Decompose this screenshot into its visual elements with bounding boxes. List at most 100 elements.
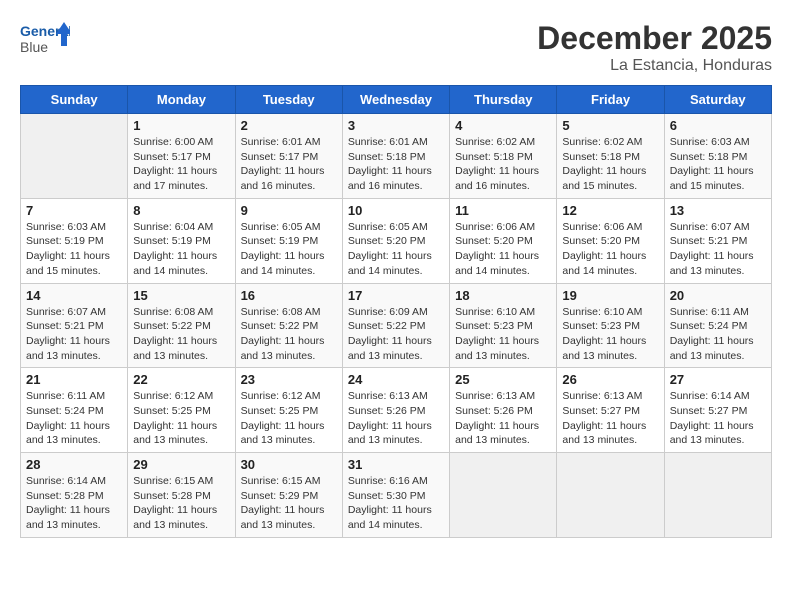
day-number: 4 [455, 118, 551, 133]
calendar-cell: 29 Sunrise: 6:15 AMSunset: 5:28 PMDayligh… [128, 453, 235, 538]
day-info: Sunrise: 6:16 AMSunset: 5:30 PMDaylight:… [348, 474, 444, 533]
calendar-cell: 10 Sunrise: 6:05 AMSunset: 5:20 PMDayligh… [342, 198, 449, 283]
calendar-week-4: 21Sunrise: 6:11 AMSunset: 5:24 PMDayligh… [21, 368, 772, 453]
calendar-cell: 1 Sunrise: 6:00 AMSunset: 5:17 PMDaylight… [128, 114, 235, 199]
day-info: Sunrise: 6:08 AMSunset: 5:22 PMDaylight:… [133, 305, 229, 364]
day-info: Sunrise: 6:10 AMSunset: 5:23 PMDaylight:… [562, 305, 658, 364]
title-area: December 2025 La Estancia, Honduras [537, 20, 772, 75]
day-info: Sunrise: 6:15 AMSunset: 5:28 PMDaylight:… [133, 474, 229, 533]
day-info: Sunrise: 6:15 AMSunset: 5:29 PMDaylight:… [241, 474, 337, 533]
day-info: Sunrise: 6:06 AMSunset: 5:20 PMDaylight:… [562, 220, 658, 279]
day-header-wednesday: Wednesday [342, 86, 449, 114]
day-info: Sunrise: 6:01 AMSunset: 5:18 PMDaylight:… [348, 135, 444, 194]
calendar-cell: 19 Sunrise: 6:10 AMSunset: 5:23 PMDayligh… [557, 283, 664, 368]
day-number: 23 [241, 372, 337, 387]
day-number: 28 [26, 457, 122, 472]
day-number: 8 [133, 203, 229, 218]
day-info: Sunrise: 6:02 AMSunset: 5:18 PMDaylight:… [455, 135, 551, 194]
calendar-cell: 6 Sunrise: 6:03 AMSunset: 5:18 PMDaylight… [664, 114, 771, 199]
day-number: 31 [348, 457, 444, 472]
day-info: Sunrise: 6:08 AMSunset: 5:22 PMDaylight:… [241, 305, 337, 364]
day-info: Sunrise: 6:00 AMSunset: 5:17 PMDaylight:… [133, 135, 229, 194]
day-number: 17 [348, 288, 444, 303]
calendar-cell: 15 Sunrise: 6:08 AMSunset: 5:22 PMDayligh… [128, 283, 235, 368]
calendar-cell [664, 453, 771, 538]
day-number: 19 [562, 288, 658, 303]
day-info: Sunrise: 6:07 AMSunset: 5:21 PMDaylight:… [670, 220, 766, 279]
calendar-cell: 21Sunrise: 6:11 AMSunset: 5:24 PMDayligh… [21, 368, 128, 453]
day-info: Sunrise: 6:10 AMSunset: 5:23 PMDaylight:… [455, 305, 551, 364]
day-info: Sunrise: 6:03 AMSunset: 5:19 PMDaylight:… [26, 220, 122, 279]
day-info: Sunrise: 6:14 AMSunset: 5:27 PMDaylight:… [670, 389, 766, 448]
day-info: Sunrise: 6:09 AMSunset: 5:22 PMDaylight:… [348, 305, 444, 364]
calendar-cell: 14 Sunrise: 6:07 AMSunset: 5:21 PMDayligh… [21, 283, 128, 368]
day-header-tuesday: Tuesday [235, 86, 342, 114]
day-number: 26 [562, 372, 658, 387]
calendar-cell [450, 453, 557, 538]
calendar-cell: 8Sunrise: 6:04 AMSunset: 5:19 PMDaylight… [128, 198, 235, 283]
day-info: Sunrise: 6:05 AMSunset: 5:20 PMDaylight:… [348, 220, 444, 279]
calendar-cell: 17 Sunrise: 6:09 AMSunset: 5:22 PMDayligh… [342, 283, 449, 368]
calendar-cell: 18Sunrise: 6:10 AMSunset: 5:23 PMDayligh… [450, 283, 557, 368]
day-number: 27 [670, 372, 766, 387]
calendar-cell: 12 Sunrise: 6:06 AMSunset: 5:20 PMDayligh… [557, 198, 664, 283]
day-info: Sunrise: 6:07 AMSunset: 5:21 PMDaylight:… [26, 305, 122, 364]
day-number: 9 [241, 203, 337, 218]
day-info: Sunrise: 6:13 AMSunset: 5:26 PMDaylight:… [455, 389, 551, 448]
header: General Blue December 2025 La Estancia, … [20, 20, 772, 75]
day-header-thursday: Thursday [450, 86, 557, 114]
calendar-cell: 2Sunrise: 6:01 AMSunset: 5:17 PMDaylight… [235, 114, 342, 199]
day-number: 16 [241, 288, 337, 303]
logo-icon: General Blue [20, 20, 70, 62]
day-info: Sunrise: 6:14 AMSunset: 5:28 PMDaylight:… [26, 474, 122, 533]
calendar-cell: 25 Sunrise: 6:13 AMSunset: 5:26 PMDayligh… [450, 368, 557, 453]
day-number: 1 [133, 118, 229, 133]
day-number: 3 [348, 118, 444, 133]
calendar-cell: 5 Sunrise: 6:02 AMSunset: 5:18 PMDaylight… [557, 114, 664, 199]
day-header-monday: Monday [128, 86, 235, 114]
day-number: 7 [26, 203, 122, 218]
calendar-cell: 7 Sunrise: 6:03 AMSunset: 5:19 PMDaylight… [21, 198, 128, 283]
day-info: Sunrise: 6:01 AMSunset: 5:17 PMDaylight:… [241, 135, 337, 194]
calendar-week-3: 14 Sunrise: 6:07 AMSunset: 5:21 PMDayligh… [21, 283, 772, 368]
calendar-cell: 22 Sunrise: 6:12 AMSunset: 5:25 PMDayligh… [128, 368, 235, 453]
day-number: 10 [348, 203, 444, 218]
day-number: 22 [133, 372, 229, 387]
month-title: December 2025 [537, 20, 772, 57]
calendar-cell: 23 Sunrise: 6:12 AMSunset: 5:25 PMDayligh… [235, 368, 342, 453]
calendar-cell: 27 Sunrise: 6:14 AMSunset: 5:27 PMDayligh… [664, 368, 771, 453]
calendar-cell: 20Sunrise: 6:11 AMSunset: 5:24 PMDayligh… [664, 283, 771, 368]
calendar-week-1: 1 Sunrise: 6:00 AMSunset: 5:17 PMDaylight… [21, 114, 772, 199]
day-info: Sunrise: 6:05 AMSunset: 5:19 PMDaylight:… [241, 220, 337, 279]
day-number: 14 [26, 288, 122, 303]
location: La Estancia, Honduras [537, 57, 772, 75]
day-info: Sunrise: 6:12 AMSunset: 5:25 PMDaylight:… [133, 389, 229, 448]
logo: General Blue [20, 20, 70, 62]
day-header-sunday: Sunday [21, 86, 128, 114]
day-number: 12 [562, 203, 658, 218]
day-info: Sunrise: 6:12 AMSunset: 5:25 PMDaylight:… [241, 389, 337, 448]
day-info: Sunrise: 6:02 AMSunset: 5:18 PMDaylight:… [562, 135, 658, 194]
day-number: 5 [562, 118, 658, 133]
day-number: 24 [348, 372, 444, 387]
calendar-week-5: 28 Sunrise: 6:14 AMSunset: 5:28 PMDayligh… [21, 453, 772, 538]
day-number: 20 [670, 288, 766, 303]
calendar-cell: 4 Sunrise: 6:02 AMSunset: 5:18 PMDaylight… [450, 114, 557, 199]
day-number: 6 [670, 118, 766, 133]
day-number: 30 [241, 457, 337, 472]
day-number: 15 [133, 288, 229, 303]
calendar-cell: 9 Sunrise: 6:05 AMSunset: 5:19 PMDaylight… [235, 198, 342, 283]
calendar-cell: 11Sunrise: 6:06 AMSunset: 5:20 PMDayligh… [450, 198, 557, 283]
day-info: Sunrise: 6:13 AMSunset: 5:26 PMDaylight:… [348, 389, 444, 448]
day-info: Sunrise: 6:11 AMSunset: 5:24 PMDaylight:… [26, 389, 122, 448]
calendar-cell: 3 Sunrise: 6:01 AMSunset: 5:18 PMDaylight… [342, 114, 449, 199]
calendar-header-row: SundayMondayTuesdayWednesdayThursdayFrid… [21, 86, 772, 114]
day-number: 13 [670, 203, 766, 218]
day-number: 29 [133, 457, 229, 472]
calendar-cell: 26Sunrise: 6:13 AMSunset: 5:27 PMDayligh… [557, 368, 664, 453]
calendar-cell [557, 453, 664, 538]
day-number: 11 [455, 203, 551, 218]
day-number: 25 [455, 372, 551, 387]
calendar-cell: 16 Sunrise: 6:08 AMSunset: 5:22 PMDayligh… [235, 283, 342, 368]
day-info: Sunrise: 6:03 AMSunset: 5:18 PMDaylight:… [670, 135, 766, 194]
